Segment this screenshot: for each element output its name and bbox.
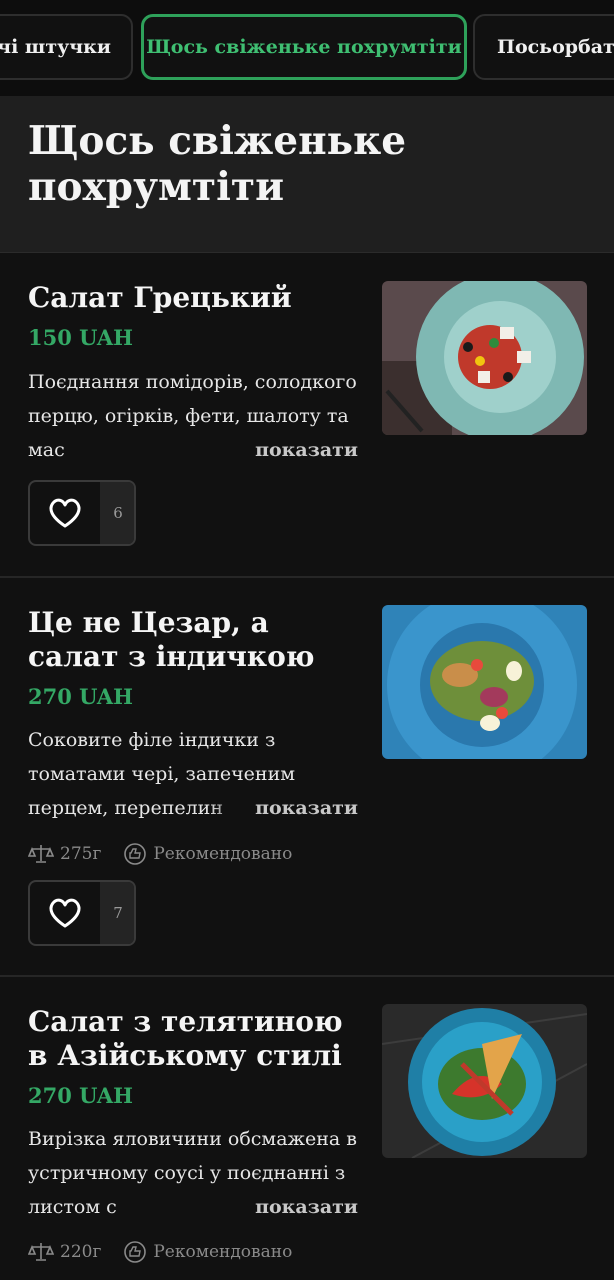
item-title: Салат з телятиною в Азійському стилі [28,1005,343,1072]
item-title: Салат Грецький [28,281,292,314]
item-description: Вирізка яловичини обсмажена в устричному… [28,1122,358,1224]
item-meta: 275г Рекомендовано [28,842,292,866]
item-weight: 275г [60,844,102,864]
show-more-link[interactable]: показати [255,439,358,461]
item-title: Це не Цезар, а салат з індичкою [28,606,315,673]
recommended-badge: Рекомендовано [153,844,293,864]
section-title: Щось свіженьке похрумтіти [28,118,407,210]
like-count: 7 [100,882,134,944]
thumbs-up-icon [124,1241,147,1263]
category-tabs: ячі штучки Щось свіженьке похрумтіти Пос… [0,0,614,96]
thumbs-up-icon [124,843,147,865]
like-button[interactable]: 6 [28,480,136,546]
show-more-link[interactable]: показати [255,797,358,819]
heart-icon[interactable] [30,882,100,944]
dish-photo[interactable] [382,1004,587,1158]
item-price: 270 UAH [28,1083,133,1108]
scales-icon [28,845,54,863]
menu-item[interactable]: Салат Грецький 150 UAH Поєднання помідор… [0,253,614,576]
heart-icon[interactable] [30,482,100,544]
tab-fresh-crunch[interactable]: Щось свіженьке похрумтіти [141,14,467,80]
item-meta: 220г Рекомендовано [28,1240,292,1264]
dish-photo[interactable] [382,605,587,759]
menu-item[interactable]: Це не Цезар, а салат з індичкою 270 UAH … [0,578,614,975]
tab-hot-snacks[interactable]: ячі штучки [0,14,133,80]
tab-soups[interactable]: Посьорбати [473,14,614,80]
section-header: Щось свіженьке похрумтіти [0,96,614,253]
like-button[interactable]: 7 [28,880,136,946]
item-price: 150 UAH [28,325,133,350]
menu-item[interactable]: Салат з телятиною в Азійському стилі 270… [0,977,614,1280]
recommended-badge: Рекомендовано [153,1242,293,1262]
like-count: 6 [100,482,134,544]
item-price: 270 UAH [28,684,133,709]
scales-icon [28,1243,54,1261]
dish-photo[interactable] [382,281,587,435]
item-weight: 220г [60,1242,102,1262]
show-more-link[interactable]: показати [255,1196,358,1218]
item-description: Соковите філе індички з томатами чері, з… [28,723,358,825]
item-description: Поєднання помідорів, солодкого перцю, ог… [28,365,358,467]
